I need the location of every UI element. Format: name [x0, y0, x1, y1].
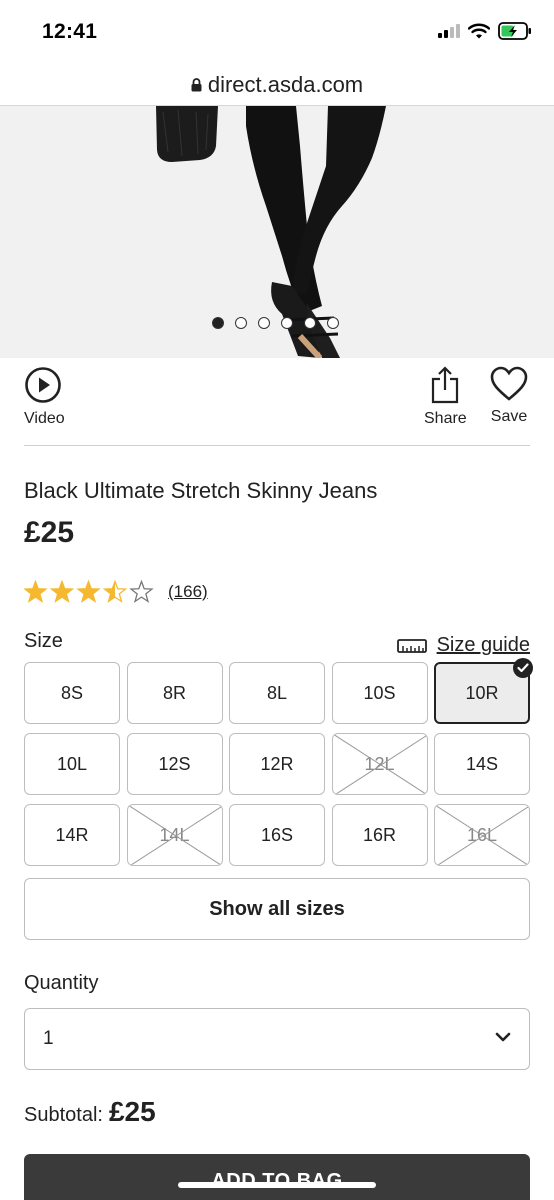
signal-icon — [438, 24, 460, 38]
subtotal-label: Subtotal: — [24, 1104, 103, 1126]
size-option[interactable]: 16R — [331, 804, 428, 866]
size-option-label: 12S — [158, 753, 191, 774]
status-time: 12:41 — [42, 20, 98, 43]
heart-icon — [490, 366, 528, 401]
status-bar: 12:41 — [0, 0, 554, 64]
chevron-down-icon — [495, 1032, 511, 1042]
carousel-dot[interactable] — [281, 317, 293, 329]
size-guide-link[interactable]: Size guide — [396, 634, 530, 657]
play-circle-icon — [25, 367, 61, 403]
size-option-label: 8R — [162, 682, 186, 703]
size-option-label: 8S — [60, 682, 84, 703]
battery-charging-icon — [498, 22, 531, 40]
size-option[interactable]: 12S — [126, 733, 223, 795]
carousel-dots — [212, 317, 339, 329]
size-option[interactable]: 14R — [24, 804, 120, 866]
carousel-dot[interactable] — [304, 317, 316, 329]
carousel-dot[interactable] — [327, 317, 339, 329]
quantity-select[interactable]: 1 — [24, 1008, 530, 1070]
address-bar[interactable]: direct.asda.com — [0, 64, 554, 106]
size-option[interactable]: 14L — [126, 804, 223, 866]
size-option[interactable]: 12R — [229, 733, 325, 795]
size-option[interactable]: 10R — [434, 658, 533, 724]
unavailable-cross — [127, 805, 222, 865]
lock-icon — [191, 77, 202, 91]
carousel-dot[interactable] — [212, 317, 224, 329]
carousel-dot[interactable] — [258, 317, 270, 329]
size-guide-label: Size guide — [436, 634, 530, 656]
size-option-label: 14S — [465, 753, 499, 774]
size-option-label: 14R — [55, 824, 89, 845]
product-actions: Video Share Save — [24, 366, 530, 446]
add-to-bag-button[interactable]: ADD TO BAG — [24, 1154, 530, 1200]
selected-check-icon — [513, 658, 533, 678]
size-option[interactable]: 16L — [434, 804, 530, 866]
share-label: Share — [424, 410, 467, 427]
wifi-icon — [468, 23, 490, 39]
size-option-label: 16R — [362, 824, 397, 845]
size-option-label: 8L — [266, 682, 288, 703]
unavailable-cross — [435, 805, 529, 865]
subtotal: Subtotal: £25 — [24, 1096, 156, 1128]
size-option-label: 10S — [363, 682, 396, 703]
star-fill — [51, 581, 73, 602]
size-option[interactable]: 8S — [24, 662, 120, 724]
subtotal-value: £25 — [108, 1096, 156, 1127]
size-option-label: 16S — [260, 824, 294, 845]
status-icons — [438, 22, 532, 40]
size-option[interactable]: 16S — [229, 804, 325, 866]
star-fill — [25, 581, 46, 602]
size-option[interactable]: 14S — [434, 733, 530, 795]
size-option[interactable]: 8R — [126, 662, 223, 724]
ruler-icon — [396, 638, 427, 653]
share-icon — [432, 366, 459, 404]
product-image-carousel[interactable] — [0, 106, 554, 358]
carousel-dot[interactable] — [235, 317, 247, 329]
star-rating — [24, 580, 154, 603]
video-button[interactable]: Video — [24, 366, 65, 428]
size-option-label: 12R — [260, 753, 294, 774]
star-fill — [78, 581, 99, 602]
product-rating[interactable]: (166) — [24, 580, 208, 604]
unavailable-cross — [332, 734, 427, 794]
size-option-label: 10R — [465, 682, 499, 703]
size-option[interactable]: 8L — [229, 662, 325, 724]
save-label: Save — [490, 408, 528, 425]
size-option[interactable]: 10S — [331, 662, 428, 724]
star-icon — [129, 580, 154, 603]
product-price: £25 — [24, 516, 75, 549]
home-indicator — [178, 1182, 376, 1188]
product-title: Black Ultimate Stretch Skinny Jeans — [24, 478, 378, 503]
review-count-link[interactable]: (166) — [168, 582, 208, 602]
size-label: Size — [24, 630, 63, 652]
size-option[interactable]: 12L — [331, 733, 428, 795]
save-button[interactable]: Save — [490, 366, 528, 426]
url-text: direct.asda.com — [207, 71, 364, 97]
video-label: Video — [24, 410, 65, 427]
quantity-label: Quantity — [24, 972, 99, 994]
quantity-value: 1 — [43, 1028, 54, 1049]
size-option[interactable]: 10L — [24, 733, 120, 795]
show-all-sizes-button[interactable]: Show all sizes — [24, 878, 530, 940]
share-button[interactable]: Share — [424, 366, 467, 428]
size-option-label: 10L — [56, 753, 88, 774]
